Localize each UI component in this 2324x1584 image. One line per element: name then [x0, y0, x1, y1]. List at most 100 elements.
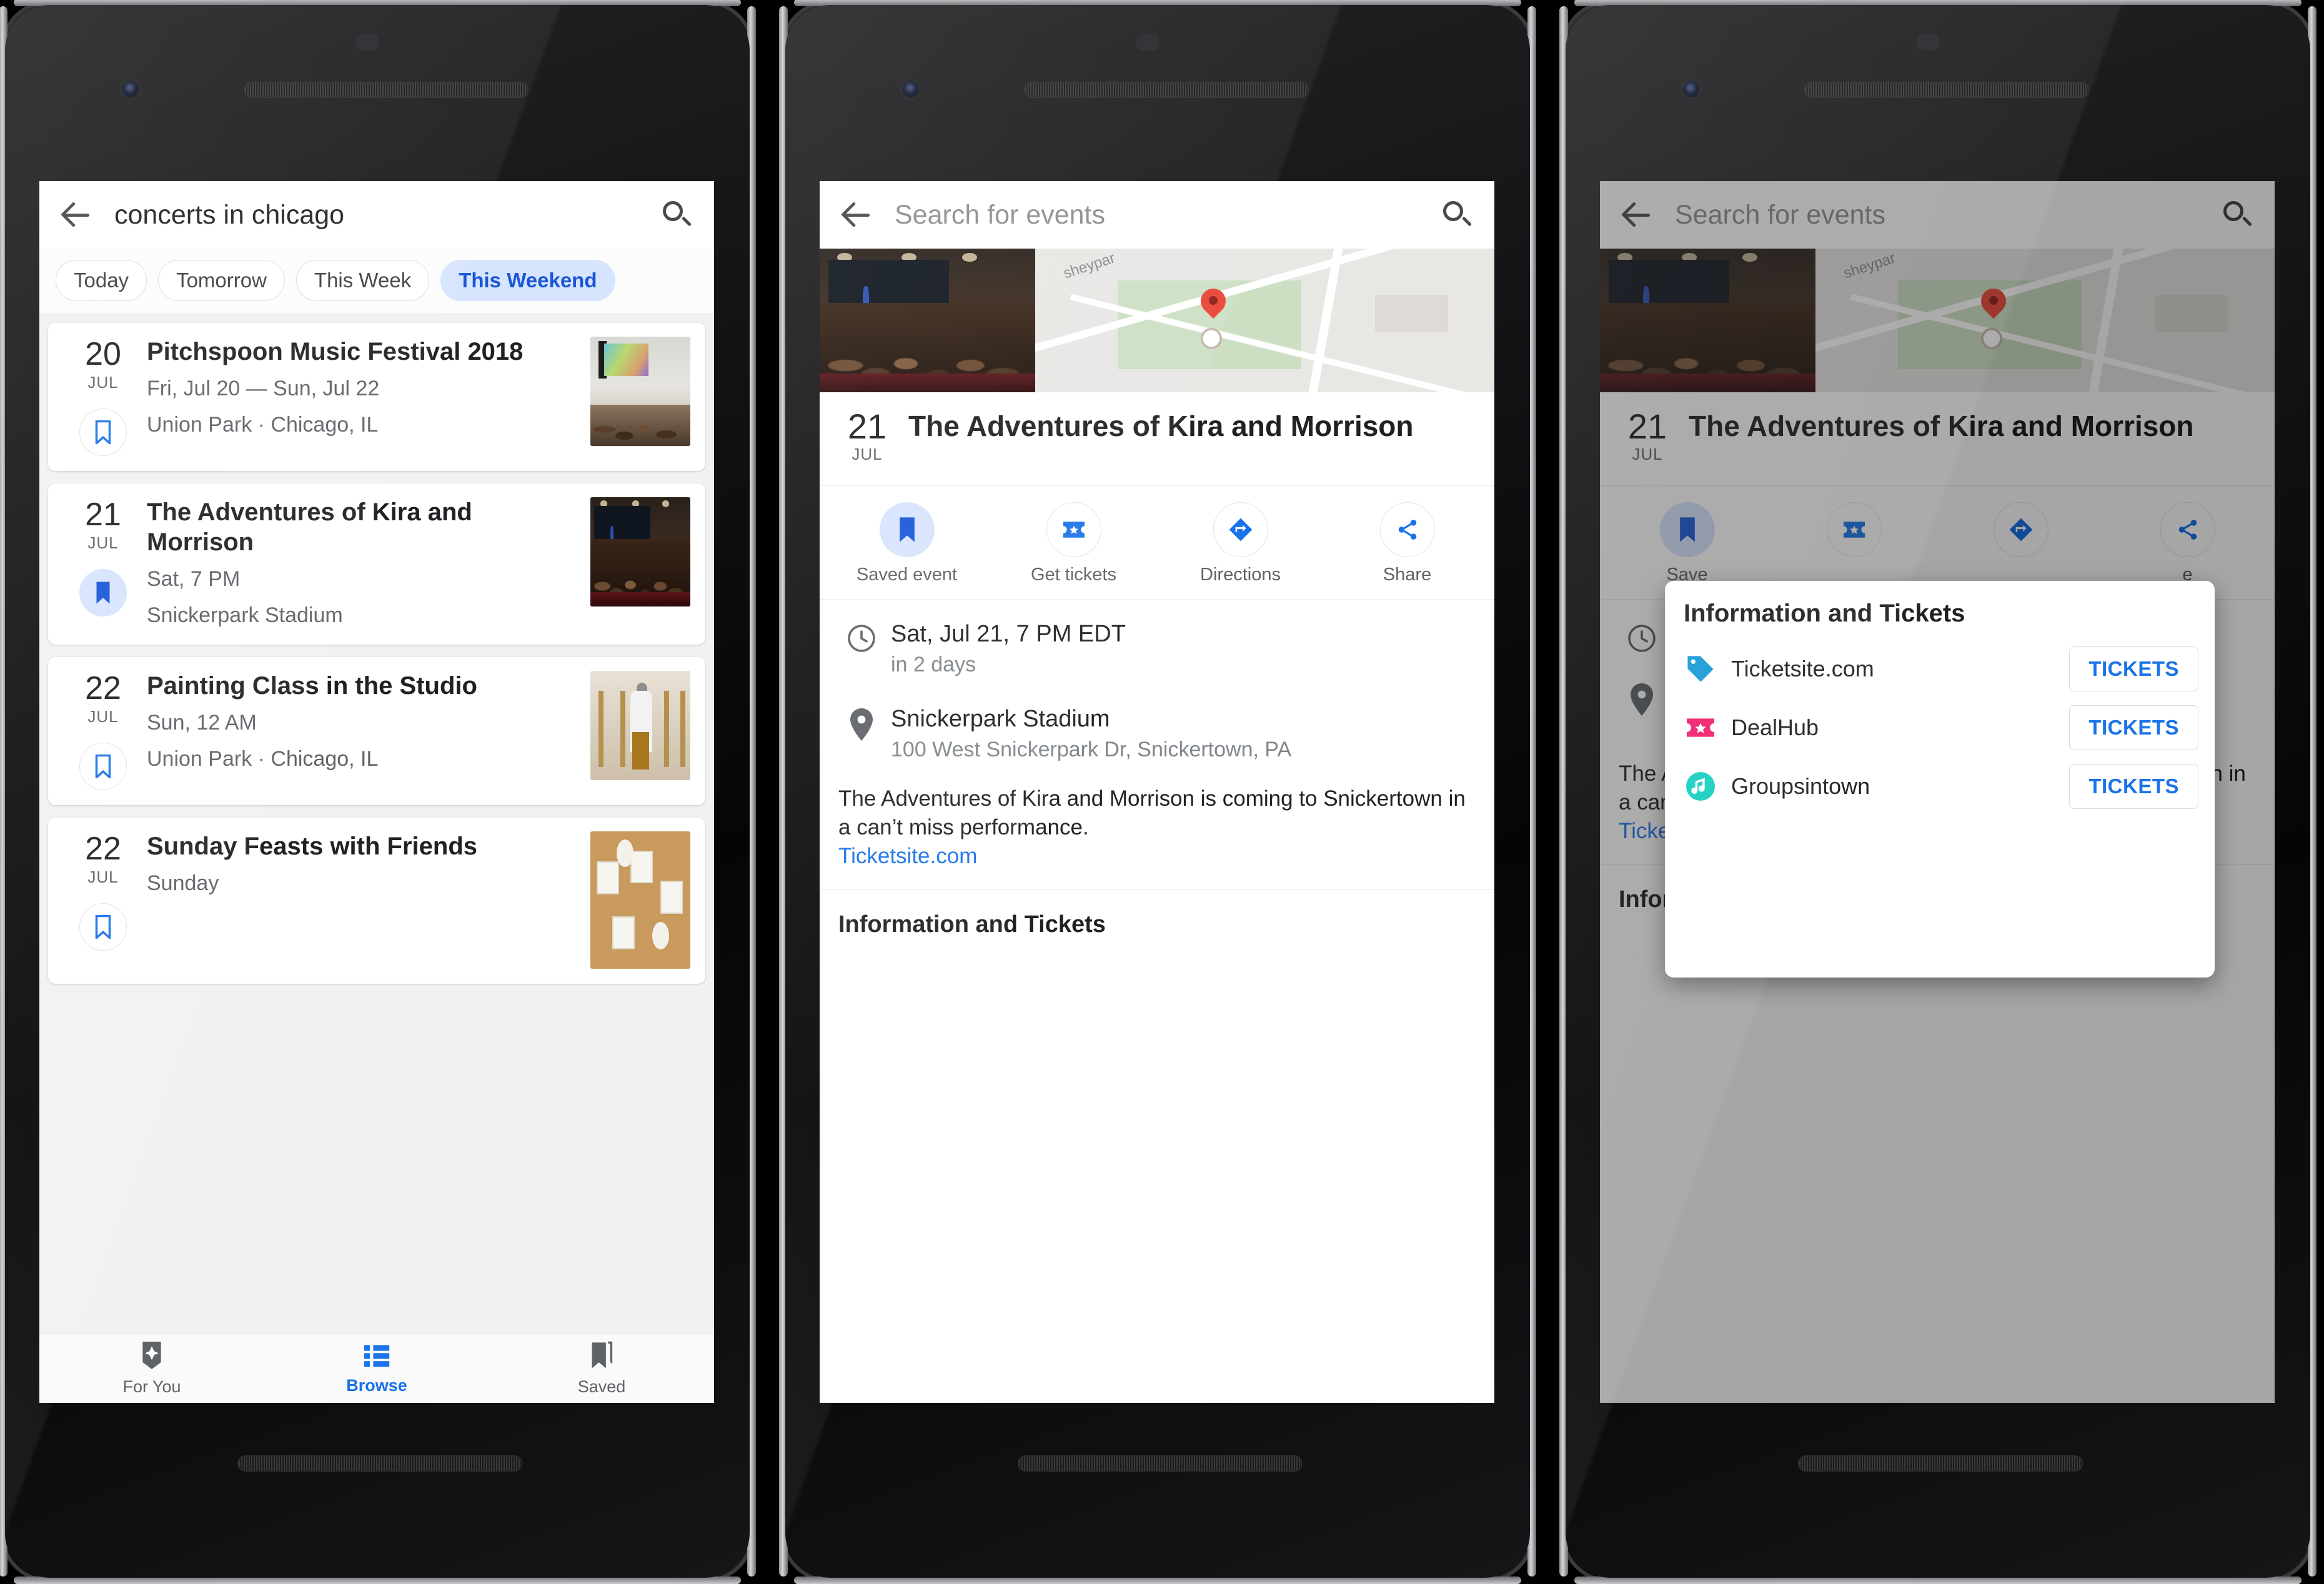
- directions-icon: [1229, 518, 1252, 542]
- action-label: Share: [1383, 565, 1432, 585]
- information-and-tickets-dialog: Information and Tickets Ticketsite.com T…: [1665, 581, 2215, 978]
- event-date-column: 22 JUL: [63, 831, 143, 969]
- event-thumbnail: [590, 497, 690, 606]
- phone-3: Search for events sheypar 21 JUL The Adv…: [1559, 0, 2317, 1584]
- filter-chip-today[interactable]: Today: [56, 260, 147, 301]
- event-description: The Adventures of Kira and Morrison is c…: [820, 768, 1494, 889]
- sparkle-pin-icon: [142, 1342, 161, 1369]
- event-time-row: Sat, Jul 21, 7 PM EDT in 2 days: [838, 606, 1476, 683]
- tickets-button[interactable]: TICKETS: [2069, 705, 2198, 750]
- nav-label: For You: [122, 1377, 181, 1396]
- event-card[interactable]: 21 JUL The Adventures of Kira and Morris…: [48, 483, 705, 645]
- event-thumbnail: [590, 831, 690, 969]
- provider-name: DealHub: [1731, 715, 1819, 740]
- action-label: Get tickets: [1031, 565, 1116, 585]
- phone-2-screen: Search for events sheypar 21 JUL The Adv…: [820, 181, 1494, 1403]
- proximity-sensor-icon: [1917, 34, 1939, 51]
- event-card[interactable]: 22 JUL Sunday Feasts with Friends Sunday: [48, 818, 705, 984]
- event-list: 20 JUL Pitchspoon Music Festival 2018 Fr…: [39, 314, 714, 1403]
- event-venue: Snickerpark Stadium: [147, 603, 343, 627]
- event-day: 21: [847, 407, 887, 446]
- event-description-text: The Adventures of Kira and Morrison is c…: [838, 786, 1466, 839]
- nav-item-browse[interactable]: Browse: [264, 1342, 489, 1395]
- event-venue: Snickerpark Stadium: [891, 706, 1110, 732]
- price-tag-icon: [1684, 652, 1717, 686]
- information-and-tickets-heading: Information and Tickets: [820, 889, 1494, 957]
- event-card[interactable]: 22 JUL Painting Class in the Studio Sun,…: [48, 657, 705, 805]
- action-share[interactable]: Share: [1324, 502, 1491, 585]
- event-details: Sat, Jul 21, 7 PM EDT in 2 days Snickerp…: [820, 600, 1494, 768]
- event-location-text: Snickerpark Stadium 100 West Snickerpark…: [885, 705, 1476, 763]
- search-input[interactable]: Search for events: [895, 200, 1441, 230]
- bookmark-icon: [95, 420, 111, 444]
- search-input[interactable]: concerts in chicago: [114, 200, 660, 230]
- get-tickets-button[interactable]: [1046, 502, 1101, 557]
- provider-row: DealHub TICKETS: [1684, 705, 2198, 750]
- nav-item-saved[interactable]: Saved: [489, 1340, 714, 1397]
- event-month: JUL: [87, 707, 119, 726]
- event-month: JUL: [852, 445, 883, 463]
- event-detail-header: 21 JUL The Adventures of Kira and Morris…: [820, 392, 1494, 486]
- provider-name: Groupsintown: [1731, 773, 1870, 799]
- filter-chip-tomorrow[interactable]: Tomorrow: [158, 260, 285, 301]
- event-date-column: 20 JUL: [63, 337, 143, 456]
- bookmark-button-saved[interactable]: [79, 569, 127, 616]
- event-date: Sunday: [147, 871, 219, 895]
- bottom-speaker-grille: [1799, 1457, 2082, 1470]
- event-description-link[interactable]: Ticketsite.com: [838, 844, 977, 868]
- event-hero: sheypar: [820, 249, 1494, 392]
- bottom-speaker-grille: [1019, 1457, 1301, 1470]
- tickets-button[interactable]: TICKETS: [2069, 764, 2198, 809]
- action-label: Saved event: [856, 565, 958, 585]
- bookmark-button[interactable]: [79, 903, 127, 951]
- event-info: The Adventures of Kira and Morrison Sat,…: [143, 497, 582, 630]
- action-directions[interactable]: Directions: [1157, 502, 1324, 585]
- filter-chip-this-week[interactable]: This Week: [295, 260, 430, 301]
- bookmark-filled-icon: [96, 582, 110, 604]
- event-thumbnail: [590, 337, 690, 446]
- front-camera-icon: [122, 81, 139, 97]
- saved-event-button[interactable]: [879, 502, 935, 557]
- music-note-circle-icon: [1684, 770, 1717, 803]
- bookmark-filled-icon: [899, 517, 915, 542]
- top-speaker-grille: [245, 83, 527, 97]
- bookmark-icon: [592, 1341, 613, 1369]
- nav-label: Saved: [577, 1377, 626, 1396]
- share-icon: [1398, 520, 1416, 540]
- search-icon[interactable]: [660, 199, 693, 231]
- event-card[interactable]: 20 JUL Pitchspoon Music Festival 2018 Fr…: [48, 323, 705, 471]
- proximity-sensor-icon: [356, 34, 379, 51]
- provider-row: Groupsintown TICKETS: [1684, 764, 2198, 809]
- provider-name: Ticketsite.com: [1731, 656, 1874, 681]
- action-row: Saved event Get tickets Directions Share: [820, 486, 1494, 600]
- venue-map[interactable]: sheypar: [1035, 249, 1494, 392]
- phone-1: concerts in chicago Today Tomorrow This …: [0, 0, 756, 1584]
- event-title: Painting Class in the Studio: [147, 672, 477, 700]
- action-saved-event[interactable]: Saved event: [823, 502, 990, 585]
- event-title: Pitchspoon Music Festival 2018: [147, 338, 524, 365]
- action-get-tickets[interactable]: Get tickets: [990, 502, 1157, 585]
- event-day: 22: [85, 831, 121, 867]
- bookmark-button[interactable]: [79, 408, 127, 456]
- filter-chip-this-weekend[interactable]: This Weekend: [440, 260, 615, 301]
- event-location-row[interactable]: Snickerpark Stadium 100 West Snickerpark…: [838, 683, 1476, 768]
- back-arrow-icon[interactable]: [61, 199, 93, 231]
- event-date: Fri, Jul 20 — Sun, Jul 22: [147, 377, 380, 400]
- bookmark-button[interactable]: [79, 743, 127, 790]
- back-arrow-icon[interactable]: [841, 199, 873, 231]
- tickets-button[interactable]: TICKETS: [2069, 646, 2198, 691]
- directions-button[interactable]: [1213, 502, 1268, 557]
- event-month: JUL: [87, 868, 119, 886]
- search-appbar: Search for events: [820, 181, 1494, 249]
- event-relative-time: in 2 days: [891, 653, 976, 676]
- ticket-star-icon: [1684, 711, 1717, 745]
- event-month: JUL: [87, 533, 119, 552]
- event-day: 22: [85, 670, 121, 706]
- ticket-star-icon: [1063, 522, 1085, 538]
- search-icon[interactable]: [1441, 199, 1473, 231]
- share-button[interactable]: [1379, 502, 1435, 557]
- nav-item-for-you[interactable]: For You: [39, 1340, 264, 1397]
- event-title: The Adventures of Kira and Morrison: [147, 498, 472, 556]
- event-photo[interactable]: [820, 249, 1035, 392]
- location-pin-icon: [838, 705, 885, 763]
